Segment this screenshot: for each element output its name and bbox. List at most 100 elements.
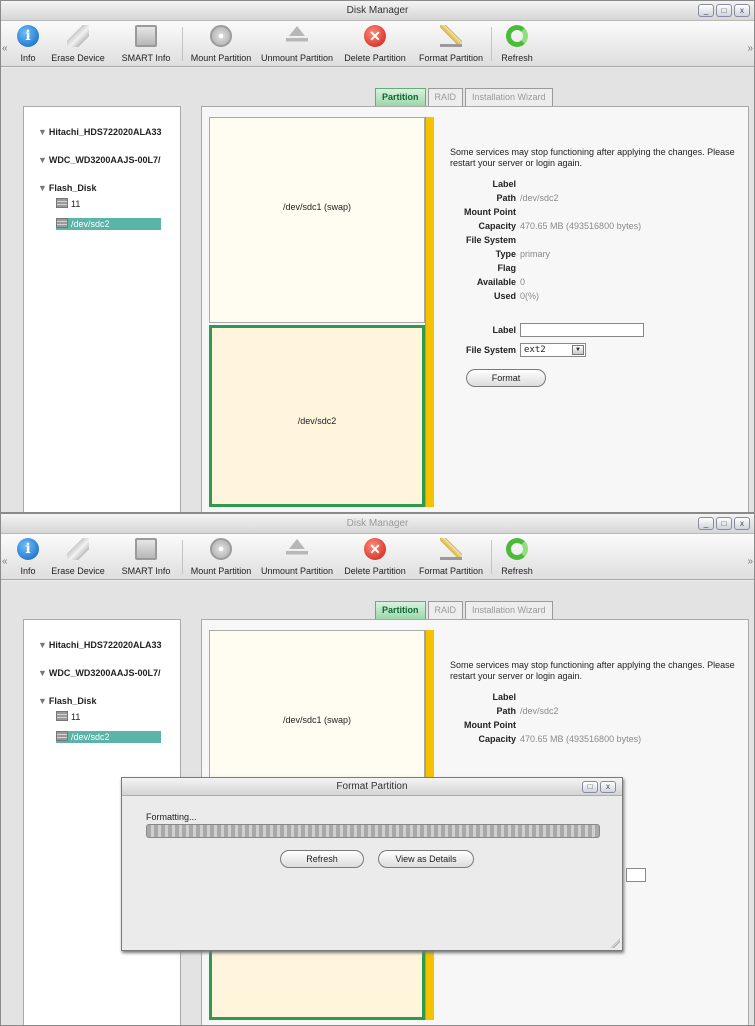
tree-node-label: WDC_WD3200AAJS-00L7/ [48,668,161,678]
tree-item-label: 11 [71,199,81,209]
toolbar-scroll-left-icon[interactable]: « [2,43,8,54]
tree-node-flash-disk[interactable]: ▼ Flash_Disk [38,183,96,193]
info-key: Mount Point [464,207,516,217]
toolbar-scroll-left-icon[interactable]: « [2,556,8,567]
erase-device-button[interactable]: Erase Device [47,536,109,578]
expand-arrow-icon[interactable]: ▼ [38,640,47,650]
delete-partition-button[interactable]: ✕ Delete Partition [339,536,411,578]
window-title: Disk Manager [346,518,409,529]
tree-node-flash-disk[interactable]: ▼ Flash_Disk [38,696,96,706]
partition-block-sdc2[interactable]: /dev/sdc2 [209,325,425,507]
partition-icon [56,198,68,208]
refresh-button[interactable]: Refresh [280,850,364,868]
tree-node-wdc[interactable]: ▼ WDC_WD3200AAJS-00L7/ [38,668,160,678]
tab-raid[interactable]: RAID [427,601,464,619]
toolbar: « i Info Erase Device SMART Info Mount P… [1,534,754,580]
tree-node-wdc[interactable]: ▼ WDC_WD3200AAJS-00L7/ [38,155,160,165]
info-row-mount-point: Mount Point [450,207,750,219]
expand-arrow-icon[interactable]: ▼ [38,127,47,137]
unmount-partition-label: Unmount Partition [260,53,334,63]
format-partition-dialog: Format Partition □ x Formatting... Refre… [121,777,623,951]
tab-partition[interactable]: Partition [375,88,426,106]
tree-item-11[interactable]: 11 [56,198,80,210]
tab-installation-wizard[interactable]: Installation Wizard [465,601,553,619]
title-bar[interactable]: Disk Manager _ □ x [1,514,754,534]
tree-node-hitachi[interactable]: ▼ Hitachi_HDS722020ALA33 [38,640,161,650]
resize-grip-icon[interactable] [610,938,620,948]
info-row-label: Label [450,179,750,191]
partition-label: /dev/sdc1 (swap) [282,202,352,212]
dialog-close-button[interactable]: x [600,781,616,793]
refresh-label: Refresh [501,53,533,63]
toolbar-separator [182,540,183,574]
eraser-icon [67,538,89,560]
info-row-path: Path/dev/sdc2 [450,193,750,205]
info-key: Capacity [478,221,516,231]
erase-device-button[interactable]: Erase Device [47,23,109,65]
disc-icon [210,538,232,560]
mount-partition-label: Mount Partition [190,53,252,63]
format-partition-button[interactable]: Format Partition [413,23,489,65]
unmount-partition-button[interactable]: Unmount Partition [257,536,337,578]
format-button[interactable]: Format [466,369,546,387]
tree-node-label: Flash_Disk [48,183,97,193]
tree-node-label: Hitachi_HDS722020ALA33 [48,640,162,650]
toolbar-scroll-right-icon[interactable]: » [747,43,753,54]
partition-icon [56,218,68,228]
info-row-path: Path/dev/sdc2 [450,706,750,718]
tab-raid[interactable]: RAID [427,88,464,106]
expand-arrow-icon[interactable]: ▼ [38,183,47,193]
minimize-button[interactable]: _ [698,4,714,17]
minimize-button[interactable]: _ [698,517,714,530]
format-partition-button[interactable]: Format Partition [413,536,489,578]
partition-block-sdc1[interactable]: /dev/sdc1 (swap) [209,117,425,323]
delete-partition-button[interactable]: ✕ Delete Partition [339,23,411,65]
info-button[interactable]: i Info [13,23,43,65]
close-button[interactable]: x [734,517,750,530]
maximize-button[interactable]: □ [716,517,732,530]
disk-manager-window: Disk Manager _ □ x « i Info Erase Device… [0,513,755,1026]
expand-arrow-icon[interactable]: ▼ [38,668,47,678]
toolbar-scroll-right-icon[interactable]: » [747,556,753,567]
main-content: ▼ Hitachi_HDS722020ALA33 ▼ WDC_WD3200AAJS-… [1,581,754,1025]
toolbar-separator [182,27,183,61]
tree-node-label: Flash_Disk [48,696,97,706]
maximize-button[interactable]: □ [716,4,732,17]
file-system-select[interactable]: ext2 ▼ [520,343,586,357]
refresh-button[interactable]: Refresh [495,23,539,65]
dialog-title-bar[interactable]: Format Partition □ x [122,778,622,796]
dialog-maximize-button[interactable]: □ [582,781,598,793]
tree-item-11[interactable]: 11 [56,711,80,723]
tab-installation-wizard[interactable]: Installation Wizard [465,88,553,106]
dialog-title: Format Partition [336,781,408,792]
info-icon: i [17,538,39,560]
mount-partition-label: Mount Partition [190,566,252,576]
tree-item-sdc2[interactable]: /dev/sdc2 [56,731,161,743]
smart-info-button[interactable]: SMART Info [113,536,179,578]
tree-item-sdc2[interactable]: /dev/sdc2 [56,218,161,230]
view-as-details-button[interactable]: View as Details [378,850,474,868]
eject-icon [286,25,308,47]
expand-arrow-icon[interactable]: ▼ [38,155,47,165]
unmount-partition-button[interactable]: Unmount Partition [257,23,337,65]
expand-arrow-icon[interactable]: ▼ [38,696,47,706]
delete-partition-label: Delete Partition [344,53,406,63]
smart-info-button[interactable]: SMART Info [113,23,179,65]
label-input[interactable] [626,868,646,882]
disk-health-icon [135,25,157,47]
info-row-capacity: Capacity 470.65 MB (493516800 bytes) [450,221,750,233]
partition-icon [56,731,68,741]
tab-partition[interactable]: Partition [375,601,426,619]
label-input[interactable] [520,323,644,337]
chevron-down-icon[interactable]: ▼ [572,345,584,355]
refresh-button[interactable]: Refresh [495,536,539,578]
info-button[interactable]: i Info [13,536,43,578]
mount-partition-button[interactable]: Mount Partition [186,536,256,578]
tree-node-hitachi[interactable]: ▼ Hitachi_HDS722020ALA33 [38,127,161,137]
close-button[interactable]: x [734,4,750,17]
format-partition-label: Format Partition [418,566,484,576]
disk-tree: ▼ Hitachi_HDS722020ALA33 ▼ WDC_WD3200AAJS-… [23,106,181,512]
mount-partition-button[interactable]: Mount Partition [186,23,256,65]
info-row-capacity: Capacity 470.65 MB (493516800 bytes) [450,734,750,746]
title-bar[interactable]: Disk Manager _ □ x [1,1,754,21]
